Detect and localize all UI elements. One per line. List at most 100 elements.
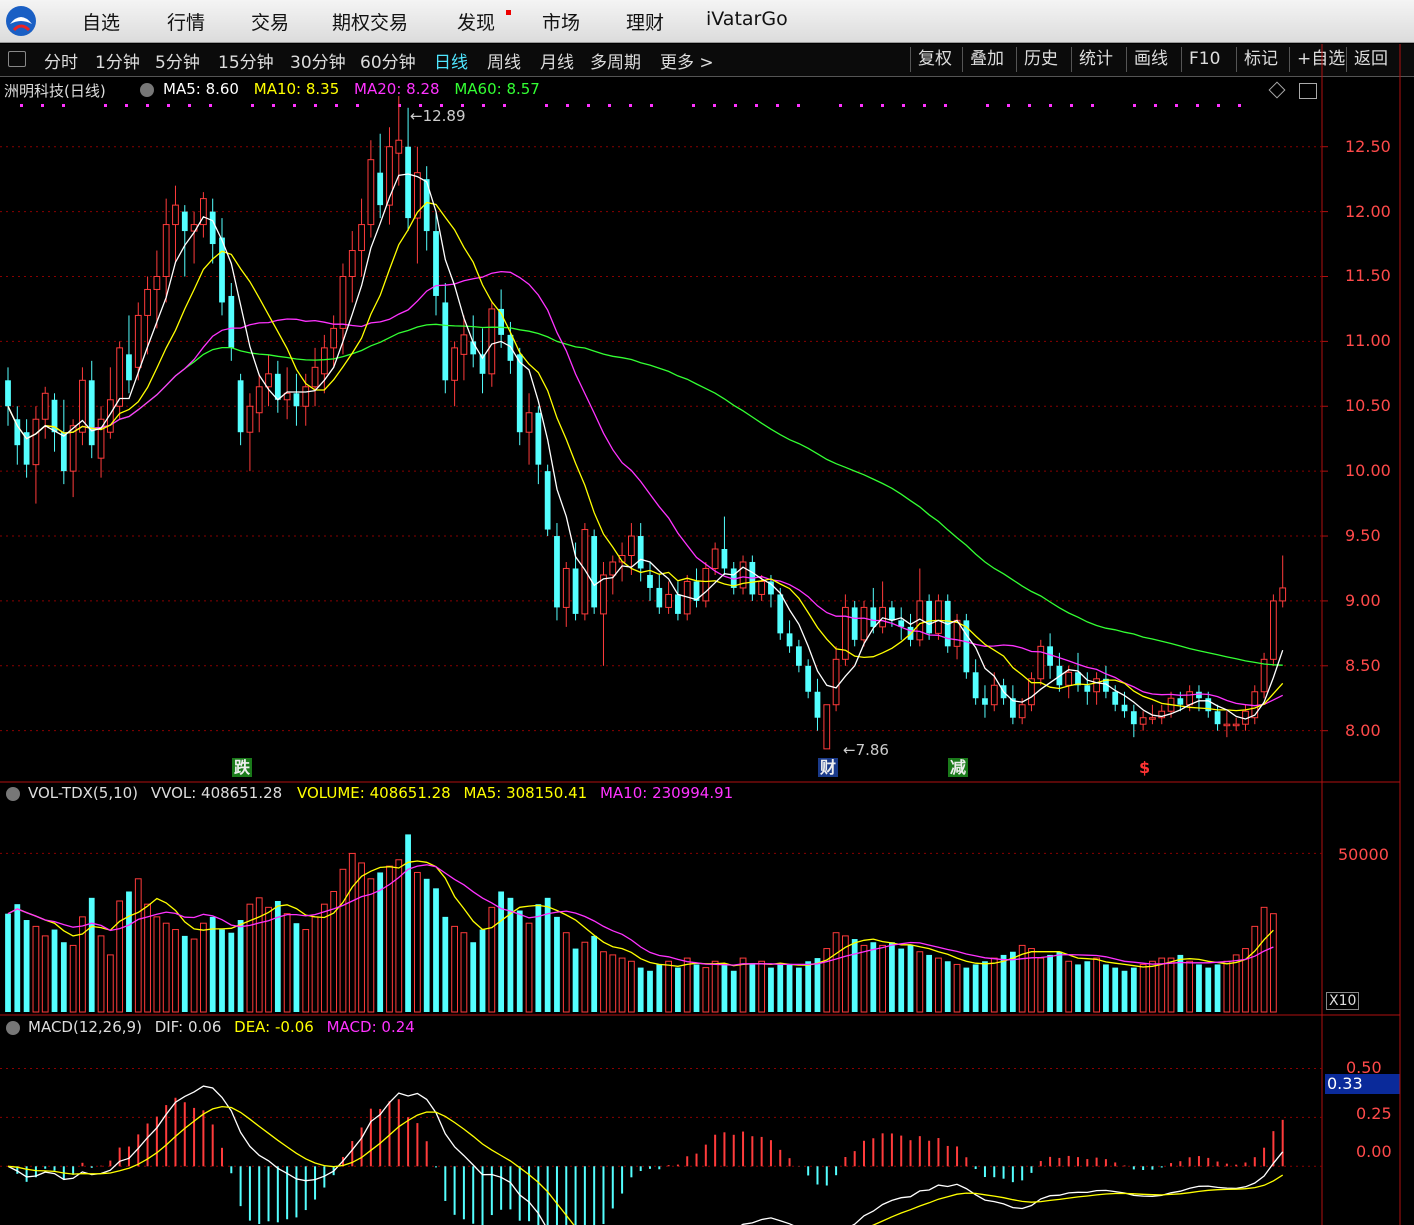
- candle-body: [935, 600, 942, 634]
- event-dot: [587, 104, 590, 107]
- event-dot: [314, 104, 317, 107]
- candle-body: [126, 354, 132, 381]
- volume-bar: [1260, 906, 1268, 1013]
- event-dot: [776, 104, 779, 107]
- event-dot: [986, 104, 989, 107]
- volume-bar: [5, 913, 11, 1012]
- candle-body: [675, 594, 681, 614]
- kline-chart[interactable]: [0, 0, 1414, 1225]
- candle-body: [395, 139, 403, 154]
- volume-bar: [311, 916, 319, 1013]
- volume-bar: [228, 932, 235, 1012]
- volume-bar: [1000, 954, 1007, 1012]
- event-dot: [629, 104, 632, 107]
- candle-body: [562, 567, 570, 608]
- event-dot: [167, 104, 170, 107]
- volume-bar: [348, 852, 356, 1013]
- candle-body: [181, 211, 188, 232]
- event-dot: [839, 104, 842, 107]
- candle-body: [358, 224, 365, 252]
- volume-bar: [377, 872, 384, 1012]
- event-dot: [860, 104, 863, 107]
- candle-body: [851, 607, 858, 640]
- candle-body: [656, 587, 663, 608]
- volume-bar: [488, 906, 496, 1013]
- volume-bar: [990, 957, 998, 1013]
- candle-body: [1084, 685, 1091, 692]
- candle-body: [628, 535, 635, 556]
- volume-bar: [768, 967, 774, 1012]
- volume-bar: [637, 967, 644, 1012]
- candle-body: [702, 567, 710, 602]
- candle-body: [1186, 691, 1194, 706]
- volume-bar: [963, 967, 970, 1012]
- volume-bar: [581, 941, 589, 1013]
- event-dot: [356, 104, 359, 107]
- volume-bar: [926, 954, 933, 1012]
- event-dot: [461, 104, 464, 107]
- volume-bar: [144, 903, 151, 1013]
- volume-bar: [1130, 967, 1137, 1012]
- volume-bar: [1065, 960, 1073, 1013]
- candle-body: [5, 380, 11, 407]
- volume-bar: [944, 961, 951, 1012]
- candle-body: [172, 204, 179, 226]
- candle-body: [414, 172, 421, 219]
- event-dot: [608, 104, 611, 107]
- event-dot: [272, 104, 275, 107]
- ma5-line: [7, 173, 1284, 720]
- volume-bar: [1158, 957, 1166, 1013]
- volume-bar: [1205, 967, 1212, 1012]
- volume-bar: [889, 942, 895, 1012]
- event-dot: [1217, 104, 1220, 107]
- event-dot: [503, 104, 506, 107]
- event-dot: [440, 104, 443, 107]
- volume-bar: [628, 960, 635, 1013]
- event-dot: [650, 104, 653, 107]
- candle-body: [134, 314, 142, 368]
- event-dot: [188, 104, 191, 107]
- event-dot: [1049, 104, 1052, 107]
- ma10-line: [7, 201, 1284, 712]
- event-dot: [1238, 104, 1241, 107]
- candle-body: [591, 536, 598, 608]
- volume-bar: [1270, 913, 1277, 1013]
- volume-bar: [367, 878, 375, 1013]
- dea-line: [7, 1105, 1284, 1225]
- volume-bar: [162, 922, 170, 1013]
- volume-bar: [832, 932, 840, 1013]
- event-dot: [251, 104, 254, 107]
- event-dot: [20, 104, 23, 107]
- volume-bar: [851, 939, 858, 1012]
- candle-body: [786, 633, 793, 647]
- volume-bar: [293, 923, 300, 1012]
- candle-body: [41, 392, 49, 420]
- volume-bar: [702, 967, 710, 1013]
- candle-body: [1065, 671, 1073, 686]
- volume-bar: [907, 945, 914, 1012]
- volume-bar: [1223, 960, 1231, 1013]
- volume-bar: [320, 903, 328, 1013]
- volume-bar: [665, 960, 672, 1013]
- volume-bar: [116, 900, 124, 1013]
- volume-bar: [982, 961, 988, 1012]
- event-dot: [482, 104, 485, 107]
- volume-bar: [1177, 954, 1184, 1012]
- event-dot: [104, 104, 107, 107]
- volume-bar: [647, 970, 653, 1012]
- volume-bar: [525, 922, 533, 1013]
- candle-body: [1196, 691, 1202, 699]
- event-dot: [1196, 104, 1199, 107]
- candle-body: [442, 302, 449, 381]
- candle-body: [711, 548, 719, 569]
- event-dot: [209, 104, 212, 107]
- volume-bar: [172, 929, 179, 1013]
- candle-body: [1251, 691, 1259, 719]
- candle-body: [889, 607, 895, 621]
- volume-bar: [1196, 964, 1202, 1012]
- volume-bar: [219, 929, 225, 1012]
- candle-body: [1121, 704, 1128, 712]
- candle-body: [246, 405, 254, 433]
- candle-body: [32, 418, 40, 466]
- candle-body: [367, 159, 375, 226]
